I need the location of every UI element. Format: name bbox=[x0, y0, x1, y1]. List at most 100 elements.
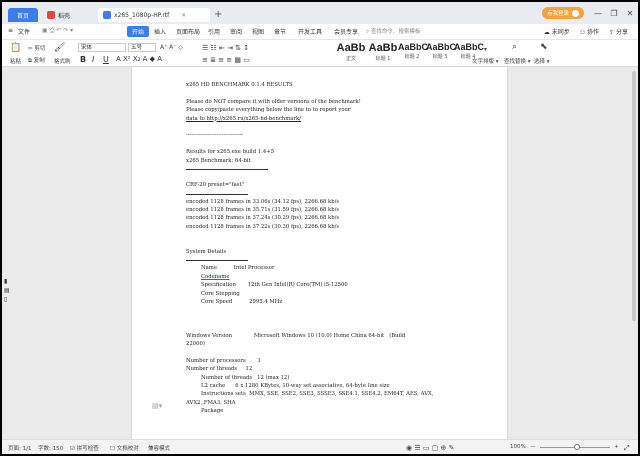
windows-build-line: 22000) bbox=[186, 340, 205, 347]
style-heading-3[interactable]: AaBbC 标题 3 bbox=[426, 42, 457, 60]
tab-document[interactable]: x265_1080p-HP.rtf ✕ bbox=[98, 8, 210, 22]
unsynced-button[interactable]: ☁ 未同步 bbox=[544, 27, 570, 36]
document-body[interactable]: x265 HD BENCHMARK 0.1.4 RESULTS Please d… bbox=[186, 81, 486, 415]
share-icon: ⇪ bbox=[609, 29, 615, 36]
tab-template-label: 稻壳 bbox=[58, 12, 71, 20]
maximize-button[interactable]: ❐ bbox=[606, 9, 622, 18]
style-h2-label: 标题 2 bbox=[404, 54, 420, 60]
tab-close-icon[interactable]: ✕ bbox=[181, 12, 186, 19]
format-painter-button[interactable]: 格式刷 bbox=[54, 57, 71, 65]
list-icons[interactable]: ☰ ☷ ⇤ ⇥ ⇅ ↕ bbox=[202, 44, 249, 52]
magnifier-icon[interactable]: ⌕ bbox=[512, 42, 517, 52]
find-replace-button[interactable]: 查找替换 ▾ bbox=[504, 57, 531, 65]
side-tool-icon[interactable]: ▤ bbox=[4, 286, 10, 295]
underline-button[interactable]: U bbox=[103, 55, 109, 64]
cut-button[interactable]: ✂ 剪切 bbox=[28, 44, 45, 52]
tab-home[interactable]: 首页 bbox=[8, 8, 38, 22]
spell-check-toggle[interactable]: ☑ 拼写检查 bbox=[70, 444, 99, 452]
threads-line: Number of threads 12 bbox=[186, 366, 253, 373]
more-format-icons[interactable]: A X² X₂ A ◆ A bbox=[116, 55, 162, 63]
encode-line: encoded 1128 frames in 37.24s (30.29 fps… bbox=[186, 215, 340, 222]
menu-start[interactable]: 开始 bbox=[127, 26, 150, 37]
doc-line bbox=[186, 240, 486, 248]
zoom-in-button[interactable]: + bbox=[614, 444, 619, 450]
copy-button[interactable]: ⧉ 复制 bbox=[28, 56, 45, 65]
menu-quick-icons[interactable]: ▣ ⎙ ↶ ↷ ▾ bbox=[42, 27, 73, 35]
italic-button[interactable]: I bbox=[92, 55, 94, 64]
cut-label: 剪切 bbox=[34, 46, 46, 52]
share-button[interactable]: ⇪ 分享 bbox=[609, 27, 628, 36]
menu-vip[interactable]: 会员专享 bbox=[334, 27, 358, 36]
command-search-input[interactable]: ⌕ 查找命令、搜索模板 bbox=[366, 27, 436, 36]
fullscreen-icon[interactable]: ⤢ bbox=[624, 444, 630, 453]
style-normal[interactable]: AaBb 正文 bbox=[336, 42, 366, 62]
side-tool-icon[interactable]: ▯ bbox=[4, 295, 10, 304]
bold-button[interactable]: B bbox=[80, 55, 86, 64]
word-count[interactable]: 字数: 150 bbox=[38, 444, 63, 452]
separator-rule bbox=[186, 165, 268, 170]
close-button[interactable]: ✕ bbox=[622, 9, 638, 18]
paste-icon[interactable]: 📋 bbox=[10, 43, 21, 53]
status-bar: 页面: 1/1 字数: 150 ☑ 拼写检查 ☐ 文档校对 兼容模式 ◉ ☰ ▭… bbox=[2, 439, 638, 454]
wps-writer-window: 首页 稻壳 x265_1080p-HP.rtf ✕ + 点我登录 — ❐ ✕ ≡… bbox=[2, 2, 638, 454]
styles-expand-icon[interactable]: ▾ bbox=[484, 46, 487, 53]
menu-dev[interactable]: 开发工具 bbox=[298, 27, 322, 36]
tab-template[interactable]: 稻壳 bbox=[42, 8, 92, 22]
menu-review[interactable]: 审阅 bbox=[230, 27, 242, 36]
instructions-cont-line: AVX2, FMA3, SHA bbox=[186, 399, 236, 406]
doc-line: -------------------------------- bbox=[186, 132, 244, 139]
document-page[interactable]: x265 HD BENCHMARK 0.1.4 RESULTS Please d… bbox=[132, 67, 507, 439]
font-select[interactable]: 宋体 bbox=[78, 43, 126, 52]
zoom-slider-handle[interactable] bbox=[574, 444, 580, 450]
left-side-tools: ▮ ▤ ▯ bbox=[4, 277, 10, 304]
menu-file[interactable]: 文件 bbox=[18, 27, 30, 36]
side-tool-icon[interactable]: ▮ bbox=[4, 277, 10, 286]
menu-section[interactable]: 章节 bbox=[274, 27, 286, 36]
vertical-scrollbar[interactable] bbox=[632, 71, 636, 321]
minimize-button[interactable]: — bbox=[590, 9, 606, 18]
system-heading: System Details bbox=[186, 249, 227, 256]
proofread-label: 文档校对 bbox=[116, 446, 139, 452]
style-normal-label: 正文 bbox=[345, 56, 356, 62]
encode-line: encoded 1128 frames in 37.22s (30.30 fps… bbox=[186, 223, 340, 230]
font-size-select[interactable]: 五号 bbox=[128, 43, 156, 52]
doc-line bbox=[186, 348, 486, 356]
style-h1-preview: AaBb bbox=[368, 42, 398, 54]
select-button[interactable]: 选择 ▾ bbox=[534, 57, 550, 65]
view-mode-icons[interactable]: ◉ ☰ ▭ ▢ ⊕ ✎ bbox=[406, 444, 454, 452]
font-grow-shrink-icons[interactable]: A⁺ A⁻ ◇ bbox=[160, 44, 183, 51]
find-replace-label: 查找替换 bbox=[504, 59, 527, 65]
system-line: Codename bbox=[201, 273, 230, 280]
title-bar: 首页 稻壳 x265_1080p-HP.rtf ✕ + 点我登录 — ❐ ✕ bbox=[2, 2, 638, 24]
style-heading-2[interactable]: AaBbC 标题 2 bbox=[398, 42, 428, 60]
menu-insert[interactable]: 插入 bbox=[154, 27, 166, 36]
instructions-line: Instructions sets MMX, SSE, SSE2, SSE3, … bbox=[201, 391, 434, 398]
text-layout-button[interactable]: 文字排版 ▾ bbox=[472, 57, 499, 65]
doc-line: x265 Benchmark: 64-bit bbox=[186, 157, 251, 164]
paragraph-marker-icon[interactable]: ▤▾ bbox=[152, 402, 162, 410]
windows-version-line: Windows Version Microsoft Windows 10 (10… bbox=[186, 332, 406, 339]
copy-icon: ⧉ bbox=[28, 58, 32, 64]
doc-line-link[interactable]: data to http://x265.ru/x265-hd-benchmark… bbox=[186, 115, 486, 123]
tab-document-label: x265_1080p-HP.rtf bbox=[114, 11, 170, 19]
threads-max-line: Number of threads 12 (max 12) bbox=[201, 374, 290, 381]
style-heading-1[interactable]: AaBb 标题 1 bbox=[368, 42, 398, 62]
select-label: 选择 bbox=[534, 59, 546, 65]
menu-view[interactable]: 视图 bbox=[252, 27, 264, 36]
hamburger-icon[interactable]: ≡ bbox=[8, 27, 13, 34]
new-tab-button[interactable]: + bbox=[214, 9, 222, 20]
collab-button[interactable]: ⚇ 协作 bbox=[580, 27, 599, 36]
align-icons[interactable]: ≡ ≣ ≡ ≡ ▦ ▭ bbox=[202, 56, 250, 64]
zoom-level[interactable]: 100% bbox=[510, 444, 526, 450]
menu-reference[interactable]: 引用 bbox=[208, 27, 220, 36]
compat-mode-label: 兼容模式 bbox=[148, 446, 171, 452]
brush-icon[interactable]: 🖌 bbox=[54, 43, 65, 53]
people-icon: ⚇ bbox=[579, 29, 586, 36]
cursor-select-icon[interactable]: ⬉ bbox=[540, 42, 548, 52]
menu-layout[interactable]: 页面布局 bbox=[176, 27, 200, 36]
login-button[interactable]: 点我登录 bbox=[541, 7, 584, 19]
zoom-out-button[interactable]: — bbox=[530, 444, 536, 450]
proofread-button[interactable]: ☐ 文档校对 bbox=[110, 444, 139, 452]
paste-button[interactable]: 粘贴 bbox=[10, 57, 21, 65]
style-h3-preview: AaBbC bbox=[426, 42, 457, 52]
